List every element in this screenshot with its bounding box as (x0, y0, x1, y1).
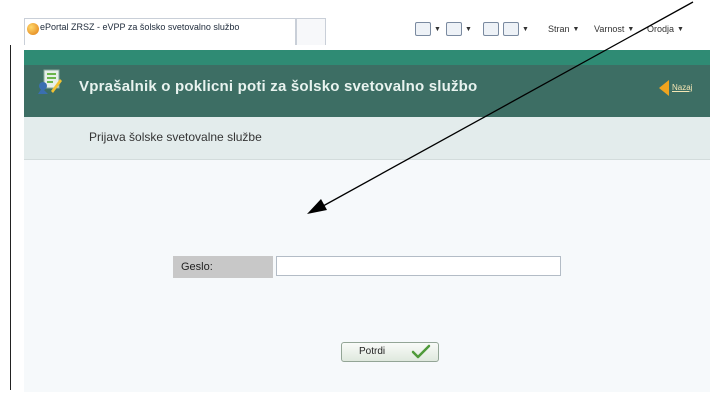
rss-feed-icon (446, 22, 462, 36)
ie-page-icon (27, 23, 39, 35)
window-edge (10, 45, 11, 390)
home-button[interactable]: ▼ (415, 19, 441, 39)
mail-icon (483, 22, 499, 36)
mail-button[interactable] (483, 19, 499, 39)
new-tab-button[interactable] (296, 18, 326, 45)
password-label: Geslo: (181, 261, 213, 273)
page-menu-label: Stran (548, 24, 570, 34)
submit-button-label: Potrdi (359, 346, 386, 357)
page-content: Vprašalnik o poklicni poti za šolsko sve… (24, 50, 710, 392)
browser-tab-title: ePortal ZRSZ - eVPP za šolsko svetovalno… (40, 22, 240, 32)
feeds-button[interactable]: ▼ (446, 19, 472, 39)
safety-menu[interactable]: Varnost ▼ (594, 19, 634, 39)
page-menu[interactable]: Stran ▼ (548, 19, 579, 39)
printer-icon (503, 22, 519, 36)
chevron-down-icon: ▼ (434, 25, 441, 33)
chevron-down-icon: ▼ (572, 25, 580, 33)
page-title: Vprašalnik o poklicni poti za šolsko sve… (79, 78, 478, 95)
chevron-down-icon: ▼ (677, 25, 684, 33)
chevron-down-icon: ▼ (627, 25, 635, 33)
submit-button[interactable]: Potrdi (341, 342, 439, 362)
tools-menu-label: Orodja (647, 24, 675, 34)
chevron-down-icon: ▼ (522, 25, 529, 33)
print-button[interactable]: ▼ (503, 19, 529, 39)
back-arrow-icon[interactable] (659, 80, 669, 96)
questionnaire-app-icon (38, 69, 62, 94)
chevron-down-icon: ▼ (465, 25, 472, 33)
back-link[interactable]: Nazaj (672, 83, 692, 92)
home-icon (415, 22, 431, 36)
login-heading: Prijava šolske svetovalne službe (89, 130, 262, 144)
accent-strip (24, 50, 710, 65)
tools-menu[interactable]: Orodja ▼ (647, 19, 684, 39)
browser-toolbar: ePortal ZRSZ - eVPP za šolsko svetovalno… (0, 16, 710, 47)
safety-menu-label: Varnost (594, 24, 625, 34)
checkmark-icon (411, 344, 431, 359)
password-input[interactable] (276, 256, 561, 276)
